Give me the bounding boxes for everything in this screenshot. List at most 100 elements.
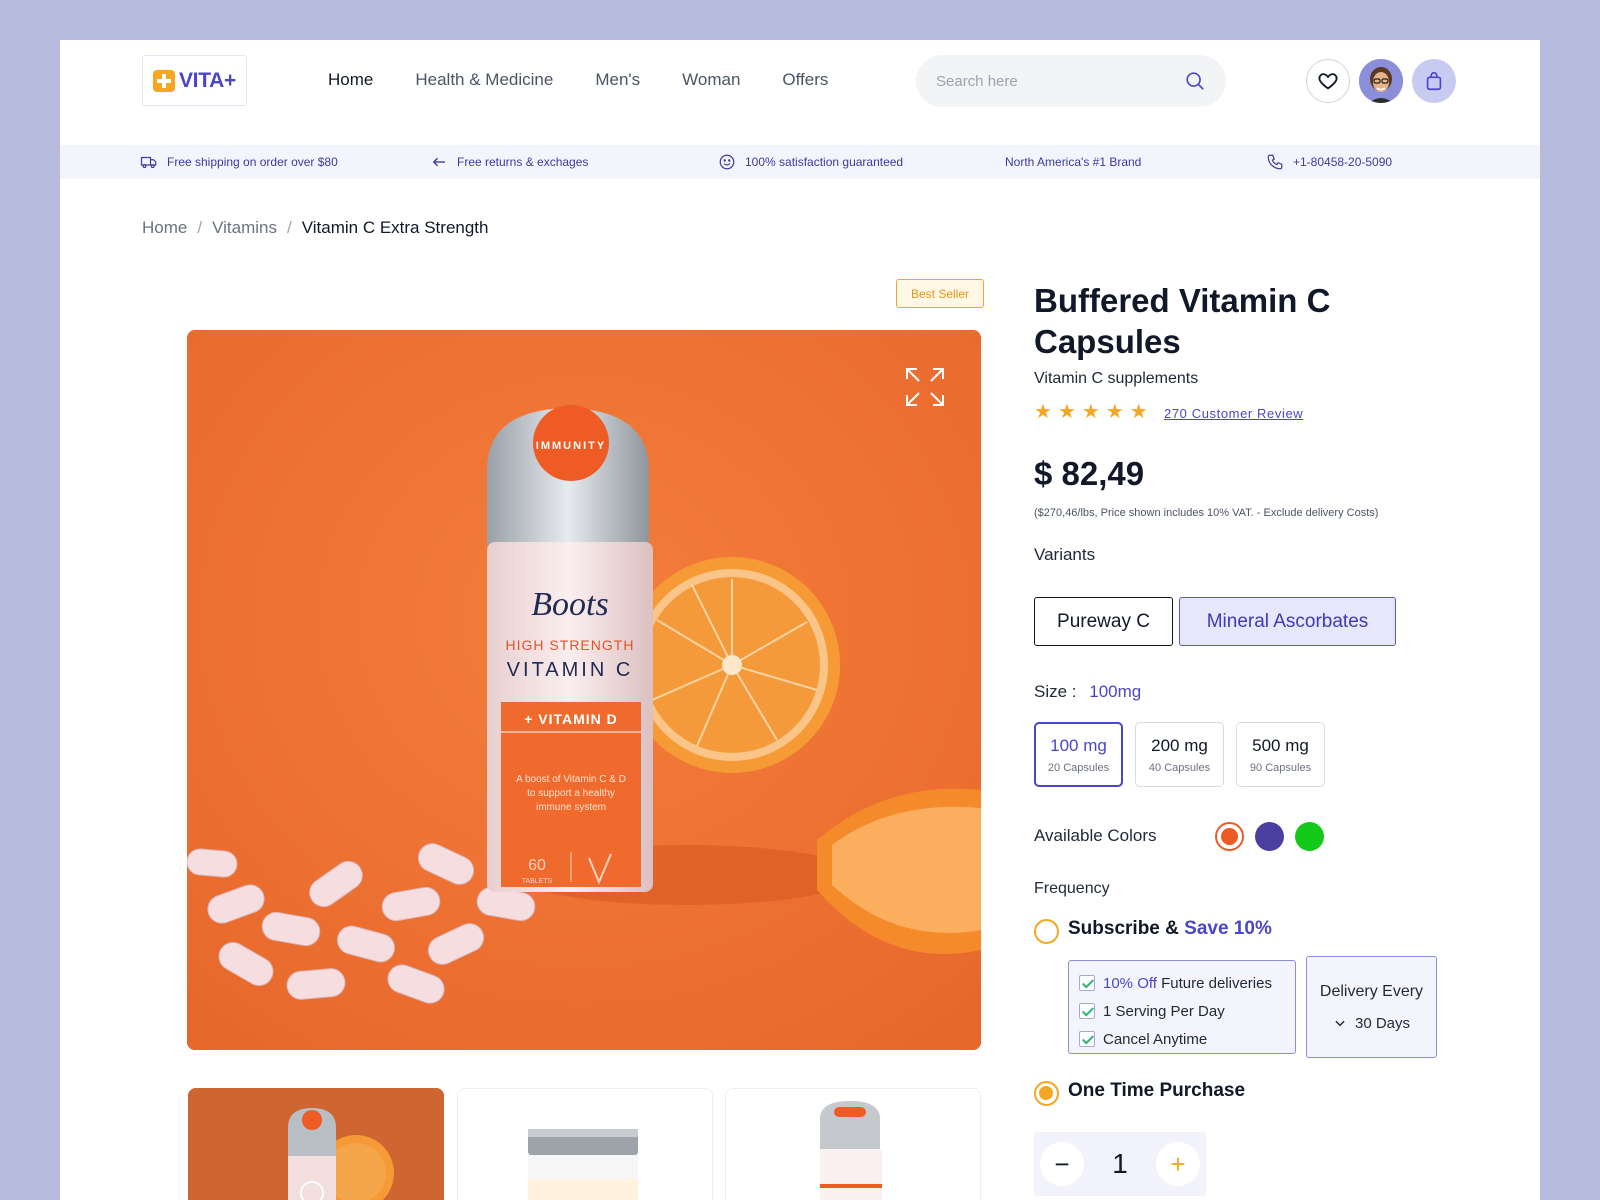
breadcrumb-vitamins[interactable]: Vitamins	[212, 218, 277, 238]
thumbnail-1[interactable]	[188, 1088, 444, 1200]
delivery-frequency-select[interactable]: Delivery Every 30 Days	[1306, 956, 1437, 1058]
thumbnail-2[interactable]	[457, 1088, 713, 1200]
size-capsules: 40 Capsules	[1148, 761, 1211, 774]
top-header: VITA+ Home Health & Medicine Men's Woman…	[60, 40, 1540, 145]
checkbox-check-icon	[1079, 975, 1095, 991]
strip-phone-text: +1-80458-20-5090	[1293, 155, 1393, 169]
product-title: Buffered Vitamin C Capsules	[1034, 282, 1331, 360]
star-icon: ★	[1057, 401, 1076, 423]
size-option-500mg[interactable]: 500 mg 90 Capsules	[1236, 722, 1325, 787]
search-icon[interactable]	[1184, 70, 1206, 92]
strip-brand-claim: North America's #1 Brand	[1005, 145, 1141, 179]
benefit-text: 1 Serving Per Day	[1103, 1002, 1225, 1020]
benefit-highlight: 10% Off	[1103, 974, 1157, 992]
frequency-label: Frequency	[1034, 880, 1110, 897]
bottle-band: + VITAMIN D	[524, 711, 618, 727]
nav-item-offers[interactable]: Offers	[782, 68, 828, 92]
available-colors-label: Available Colors	[1034, 826, 1157, 845]
strip-phone[interactable]: +1-80458-20-5090	[1266, 145, 1392, 179]
cap-label: IMMUNITY	[536, 440, 606, 452]
benefit-text: Future deliveries	[1161, 974, 1272, 992]
size-mg: 500 mg	[1252, 735, 1309, 755]
heart-icon	[1318, 73, 1338, 90]
decrease-quantity-button[interactable]: −	[1040, 1142, 1084, 1186]
size-option-200mg[interactable]: 200 mg 40 Capsules	[1135, 722, 1224, 787]
subscribe-option[interactable]: Subscribe & Save 10%	[1068, 918, 1272, 940]
thumbnail-3-photo	[726, 1089, 980, 1200]
bottle-line1: HIGH STRENGTH	[506, 637, 635, 653]
size-option-100mg[interactable]: 100 mg 20 Capsules	[1034, 722, 1123, 787]
thumbnail-1-photo	[188, 1088, 444, 1200]
breadcrumb-home[interactable]: Home	[142, 218, 187, 238]
main-nav: Home Health & Medicine Men's Woman Offer…	[328, 68, 870, 92]
price-note: ($270,46/lbs, Price shown includes 10% V…	[1034, 507, 1379, 519]
star-icon: ★	[1105, 401, 1124, 423]
nav-item-home[interactable]: Home	[328, 68, 373, 92]
smile-icon	[719, 154, 735, 170]
benefit-text: Cancel Anytime	[1103, 1030, 1208, 1048]
delivery-title: Delivery Every	[1319, 982, 1424, 1000]
bottle-desc2: to support a healthy	[527, 788, 615, 799]
expand-icon[interactable]	[904, 366, 946, 408]
brand-logo[interactable]: VITA+	[142, 55, 247, 106]
strip-satisfaction: 100% satisfaction guaranteed	[718, 145, 903, 179]
user-avatar[interactable]	[1359, 59, 1403, 103]
one-time-radio[interactable]	[1034, 1081, 1059, 1106]
size-capsules: 90 Capsules	[1249, 761, 1312, 774]
bottle-brand: Boots	[531, 586, 608, 623]
breadcrumb-separator: /	[286, 218, 292, 237]
color-swatch-orange[interactable]	[1215, 822, 1244, 851]
nav-item-mens[interactable]: Men's	[595, 68, 640, 92]
search-input[interactable]	[936, 72, 1184, 90]
strip-shipping: Free shipping on order over $80	[140, 145, 338, 179]
quantity-stepper: − 1 +	[1034, 1132, 1206, 1196]
size-selected-value: 100mg	[1089, 682, 1142, 701]
bottle-desc3: immune system	[536, 802, 606, 813]
nav-item-woman[interactable]: Woman	[682, 68, 740, 92]
shopping-bag-icon	[1426, 71, 1442, 91]
phone-icon	[1267, 154, 1283, 170]
breadcrumb-current: Vitamin C Extra Strength	[301, 218, 489, 237]
thumbnail-3[interactable]	[725, 1088, 981, 1200]
breadcrumb-separator: /	[197, 218, 203, 237]
thumbnail-2-photo	[458, 1089, 712, 1200]
wishlist-button[interactable]	[1306, 59, 1350, 103]
one-time-purchase-option[interactable]: One Time Purchase	[1068, 1080, 1245, 1102]
user-avatar-icon	[1359, 59, 1403, 103]
subscribe-text: Subscribe &	[1068, 918, 1179, 939]
page-frame: VITA+ Home Health & Medicine Men's Woman…	[60, 40, 1540, 1200]
rating-stars: ★ ★ ★ ★ ★	[1034, 402, 1148, 422]
cart-button[interactable]	[1412, 59, 1456, 103]
increase-quantity-button[interactable]: +	[1155, 1142, 1200, 1186]
variant-pureway-c[interactable]: Pureway C	[1034, 597, 1173, 646]
strip-returns: Free returns & exchages	[430, 145, 588, 179]
search-bar	[916, 55, 1226, 107]
benefit-item: 1 Serving Per Day	[1079, 997, 1295, 1025]
quantity-value[interactable]: 1	[1112, 1148, 1128, 1180]
checkbox-check-icon	[1079, 1003, 1095, 1019]
save-percent: Save 10%	[1184, 918, 1272, 939]
color-swatch-green[interactable]	[1295, 822, 1324, 851]
subscription-benefits: 10% Off Future deliveries 1 Serving Per …	[1068, 960, 1296, 1054]
size-label: Size : 100mg	[1034, 682, 1141, 702]
customer-review-link[interactable]: 270 Customer Review	[1164, 406, 1303, 421]
subscribe-radio[interactable]	[1034, 919, 1059, 944]
bottle-count: 60	[528, 857, 546, 874]
variants-label: Variants	[1034, 545, 1096, 564]
strip-brand-claim-text: North America's #1 Brand	[1005, 155, 1142, 169]
product-price: $ 82,49	[1034, 455, 1145, 492]
variant-mineral-ascorbates[interactable]: Mineral Ascorbates	[1179, 597, 1396, 646]
product-subtitle: Vitamin C supplements	[1034, 370, 1199, 387]
star-icon: ★	[1034, 401, 1052, 423]
color-swatch-purple[interactable]	[1255, 822, 1284, 851]
truck-icon	[140, 156, 157, 169]
benefit-item: Cancel Anytime	[1079, 1025, 1295, 1053]
size-mg: 200 mg	[1151, 735, 1208, 755]
product-photo: IMMUNITY Boots HIGH STRENGTH VITAMIN C +…	[187, 330, 981, 1050]
strip-shipping-text: Free shipping on order over $80	[167, 155, 338, 169]
bottle-count-label: TABLETS	[522, 878, 553, 885]
product-main-image[interactable]: IMMUNITY Boots HIGH STRENGTH VITAMIN C +…	[187, 330, 981, 1050]
arrow-left-icon	[432, 157, 445, 167]
brand-name: VITA+	[178, 68, 237, 92]
nav-item-health-medicine[interactable]: Health & Medicine	[415, 68, 553, 92]
